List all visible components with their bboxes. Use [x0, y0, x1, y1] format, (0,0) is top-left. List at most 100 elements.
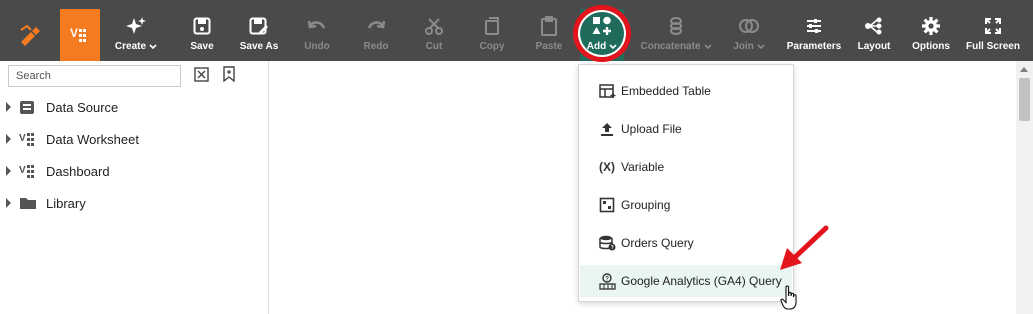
- analytics-query-icon: ?: [598, 272, 616, 290]
- variable-icon: (X): [599, 160, 615, 174]
- redo-label: Redo: [363, 41, 389, 52]
- menu-item-label: Grouping: [621, 198, 671, 212]
- concatenate-icon: [670, 17, 682, 35]
- menu-item-label: Google Analytics (GA4) Query: [621, 274, 782, 288]
- database-icon: [19, 100, 39, 115]
- svg-text:V: V: [70, 26, 78, 40]
- grouping-icon: [598, 197, 616, 213]
- worksheet-logo-icon[interactable]: V: [60, 9, 100, 61]
- add-label: Add: [586, 41, 607, 52]
- bookmark-icon[interactable]: [221, 66, 237, 82]
- join-icon: [739, 19, 759, 33]
- expand-caret-icon[interactable]: [6, 102, 11, 112]
- tree-item-label: Dashboard: [46, 163, 110, 179]
- parameters-label: Parameters: [786, 41, 842, 52]
- cut-label: Cut: [425, 41, 443, 52]
- database-query-icon: ?: [598, 235, 616, 251]
- undo-icon: [307, 20, 326, 29]
- floppy-pencil-icon: [249, 17, 268, 35]
- menu-item-grouping[interactable]: Grouping: [580, 189, 792, 221]
- worksheet-icon: V: [19, 131, 39, 147]
- undo-label: Undo: [304, 41, 330, 52]
- cut-button[interactable]: Cut: [414, 9, 454, 61]
- join-label: Join: [733, 41, 754, 52]
- gear-icon: [922, 17, 940, 35]
- folder-icon: [19, 196, 39, 210]
- tree-item-data-source[interactable]: Data Source: [6, 97, 118, 117]
- svg-text:V: V: [19, 165, 26, 176]
- chevron-down-icon: [149, 43, 157, 49]
- svg-text:V: V: [19, 133, 26, 144]
- save-as-label: Save As: [239, 41, 279, 52]
- svg-text:?: ?: [610, 245, 613, 251]
- vertical-scrollbar[interactable]: [1016, 61, 1033, 314]
- menu-item-upload-file[interactable]: Upload File: [580, 113, 792, 145]
- dashboard-icon: V: [19, 163, 39, 179]
- tree-item-library[interactable]: Library: [6, 193, 86, 213]
- add-button[interactable]: Add: [580, 9, 624, 61]
- options-label: Options: [912, 41, 950, 52]
- sliders-icon: [807, 19, 821, 33]
- menu-item-embedded-table[interactable]: Embedded Table: [580, 75, 792, 107]
- tree-item-label: Library: [46, 195, 86, 211]
- menu-item-label: Variable: [621, 160, 665, 174]
- upload-icon: [598, 122, 616, 137]
- redo-icon: [367, 20, 386, 29]
- main-toolbar: V Create Save Save As Undo Redo Cut Copy…: [0, 0, 1033, 61]
- options-button[interactable]: Options: [910, 9, 952, 61]
- paste-label: Paste: [535, 41, 563, 52]
- tree-item-data-worksheet[interactable]: V Data Worksheet: [6, 129, 139, 149]
- concatenate-button[interactable]: Concatenate: [638, 9, 714, 61]
- copy-button[interactable]: Copy: [472, 9, 512, 61]
- expand-icon: [985, 18, 1001, 34]
- copy-icon: [485, 17, 499, 35]
- layout-label: Layout: [857, 41, 891, 52]
- search-input[interactable]: [8, 65, 181, 87]
- expand-caret-icon[interactable]: [6, 166, 11, 176]
- copy-label: Copy: [479, 41, 505, 52]
- chevron-down-icon: [757, 43, 765, 49]
- save-button[interactable]: Save: [180, 9, 224, 61]
- chevron-down-icon: [703, 43, 712, 49]
- svg-text:?: ?: [605, 276, 609, 282]
- full-screen-button[interactable]: Full Screen: [964, 9, 1022, 61]
- save-as-button[interactable]: Save As: [234, 9, 284, 61]
- asset-sidebar: Data Source V Data Worksheet V Dashboard…: [0, 61, 269, 314]
- clear-search-icon[interactable]: [193, 66, 209, 82]
- join-button[interactable]: Join: [726, 9, 772, 61]
- clipboard-icon: [541, 16, 557, 36]
- menu-item-label: Orders Query: [621, 236, 694, 250]
- menu-item-google-analytics-query[interactable]: ? Google Analytics (GA4) Query: [580, 265, 792, 297]
- embedded-table-icon: [598, 83, 616, 99]
- scissors-icon: [425, 18, 443, 35]
- floppy-icon: [193, 17, 211, 35]
- expand-caret-icon[interactable]: [6, 198, 11, 208]
- create-button[interactable]: Create: [106, 9, 166, 61]
- layout-button[interactable]: Layout: [854, 9, 894, 61]
- full-screen-label: Full Screen: [966, 41, 1020, 52]
- hand-cursor-icon: [780, 285, 797, 310]
- menu-item-label: Upload File: [621, 122, 682, 136]
- tree-item-label: Data Source: [46, 99, 119, 115]
- expand-caret-icon[interactable]: [6, 134, 11, 144]
- scrollbar-thumb[interactable]: [1019, 78, 1030, 121]
- menu-item-label: Embedded Table: [621, 84, 711, 98]
- menu-item-variable[interactable]: (X) Variable: [580, 151, 792, 183]
- scroll-up-arrow-icon[interactable]: [1020, 67, 1028, 72]
- app-logo-icon[interactable]: [10, 9, 50, 61]
- sparkle-icon: [126, 17, 146, 34]
- parameters-button[interactable]: Parameters: [784, 9, 844, 61]
- add-dropdown-menu: Embedded Table Upload File (X) Variable …: [578, 64, 794, 302]
- tree-item-label: Data Worksheet: [46, 131, 139, 147]
- create-label: Create: [114, 41, 147, 52]
- redo-button[interactable]: Redo: [356, 9, 396, 61]
- concatenate-label: Concatenate: [640, 41, 701, 52]
- shapes-plus-icon: [592, 16, 611, 35]
- tree-item-dashboard[interactable]: V Dashboard: [6, 161, 110, 181]
- paste-button[interactable]: Paste: [529, 9, 569, 61]
- save-label: Save: [190, 41, 214, 52]
- menu-item-orders-query[interactable]: ? Orders Query: [580, 227, 792, 259]
- layout-tree-icon: [865, 17, 882, 35]
- chevron-down-icon: [609, 43, 617, 49]
- undo-button[interactable]: Undo: [297, 9, 337, 61]
